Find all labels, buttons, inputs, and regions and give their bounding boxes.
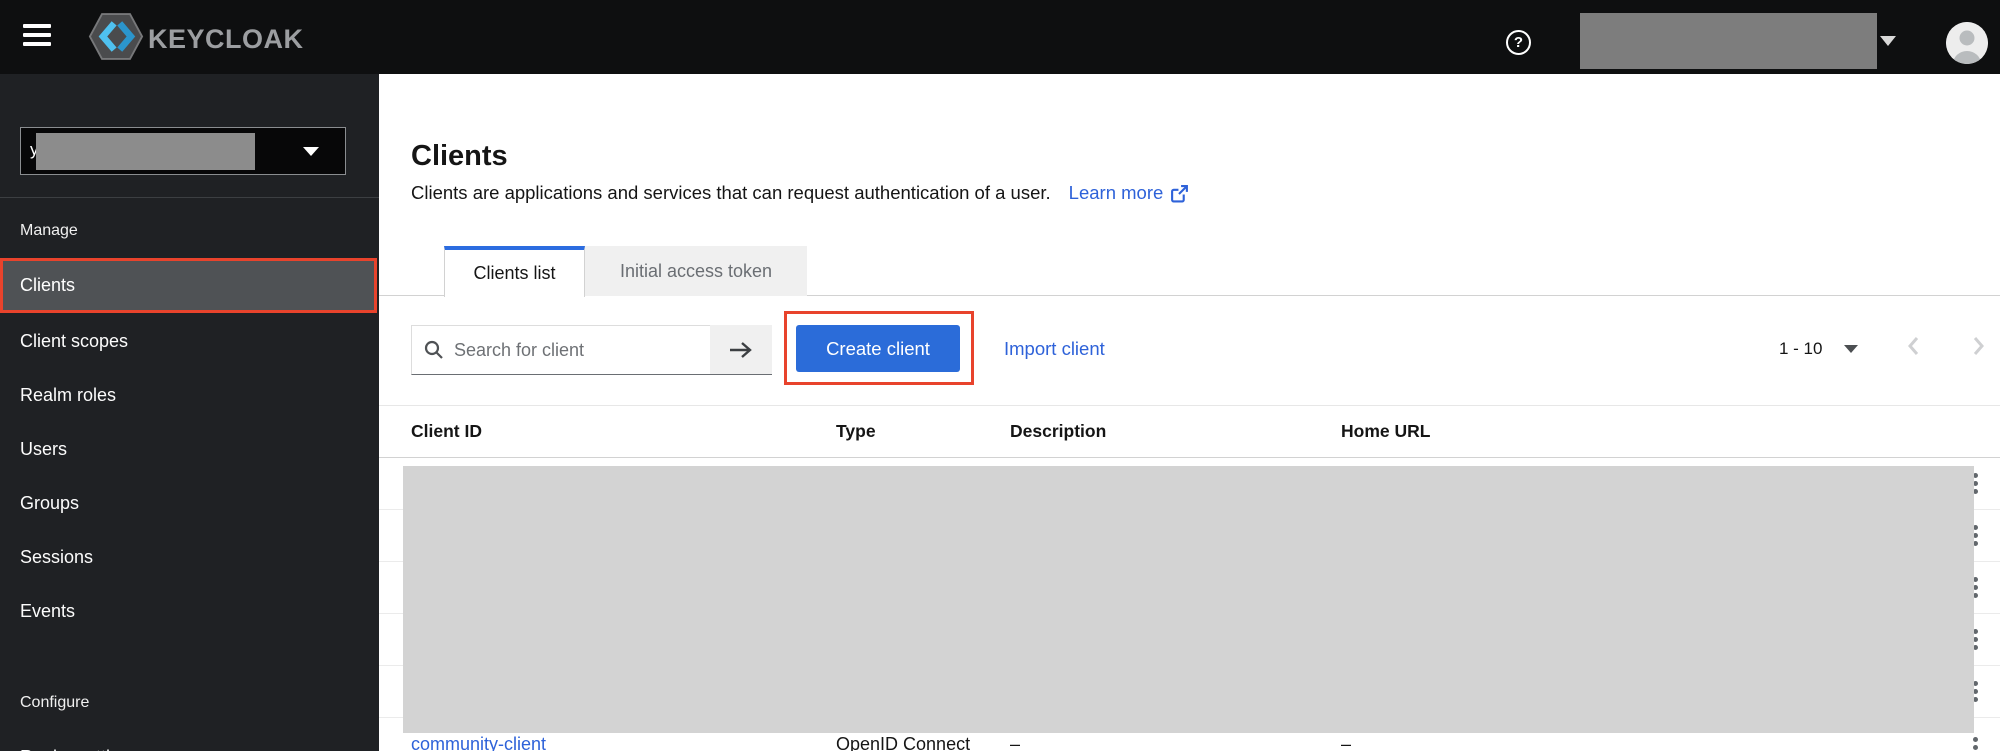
pagination-next-button[interactable]	[1972, 335, 1986, 362]
masthead: KEYCLOAK ?	[0, 0, 2000, 74]
search-input[interactable]	[454, 340, 694, 361]
sidebar-divider	[0, 197, 379, 198]
tab-bar: Clients list Initial access token	[379, 246, 2000, 296]
search-icon	[424, 340, 444, 360]
realm-name-redaction-box	[36, 133, 255, 170]
tab-spacer	[379, 246, 444, 295]
external-link-icon	[1170, 184, 1189, 203]
client-search-group	[411, 325, 772, 375]
help-icon[interactable]: ?	[1506, 30, 1531, 55]
create-client-button[interactable]: Create client	[796, 325, 960, 372]
nav-section-manage: Manage	[20, 222, 78, 240]
keycloak-brand[interactable]: KEYCLOAK	[88, 12, 304, 66]
arrow-right-icon	[728, 341, 754, 359]
avatar[interactable]	[1946, 22, 1988, 64]
sidebar-item-groups[interactable]: Groups	[0, 476, 379, 530]
page-description: Clients are applications and services th…	[411, 182, 1051, 204]
pagination-prev-button[interactable]	[1906, 335, 1920, 362]
pagination-range-toggle[interactable]: 1 - 10	[1779, 339, 1858, 359]
sidebar-item-realm-settings[interactable]: Realm settings	[0, 742, 379, 751]
pagination-caret-icon	[1844, 345, 1858, 353]
sidebar-item-events[interactable]: Events	[0, 584, 379, 638]
realm-selector[interactable]: y	[20, 127, 346, 175]
col-header-client-id: Client ID	[379, 421, 824, 442]
search-input-wrap	[411, 325, 710, 375]
pagination: 1 - 10	[1779, 325, 1986, 372]
sidebar-item-users[interactable]: Users	[0, 422, 379, 476]
page-title: Clients	[411, 140, 508, 173]
search-submit-button[interactable]	[710, 325, 772, 375]
col-header-home-url: Home URL	[1330, 421, 1950, 442]
sidebar-item-clients[interactable]: Clients	[0, 258, 377, 313]
hamburger-menu-icon[interactable]	[23, 24, 53, 50]
col-header-type: Type	[824, 421, 1000, 442]
chevron-right-icon	[1972, 335, 1986, 357]
realm-caret-icon	[303, 147, 319, 156]
row-kebab-menu-icon[interactable]	[1965, 730, 1986, 751]
sidebar-nav: y Manage Clients Client scopes Realm rol…	[0, 74, 379, 751]
sidebar-item-realm-roles[interactable]: Realm roles	[0, 368, 379, 422]
sidebar-item-client-scopes[interactable]: Client scopes	[0, 314, 379, 368]
user-menu-caret-icon[interactable]	[1880, 36, 1896, 46]
nav-section-configure: Configure	[20, 694, 89, 712]
sidebar-item-sessions[interactable]: Sessions	[0, 530, 379, 584]
brand-text: KEYCLOAK	[148, 24, 304, 55]
username-redaction-box	[1580, 13, 1877, 69]
keycloak-admin-console: KEYCLOAK ? y Manage Clients Client scope…	[0, 0, 2000, 751]
chevron-left-icon	[1906, 335, 1920, 357]
keycloak-logo-icon	[88, 12, 144, 66]
table-redaction-box	[403, 466, 1974, 733]
clients-page: Clients Clients are applications and ser…	[379, 74, 2000, 751]
col-header-description: Description	[1000, 421, 1330, 442]
learn-more-link[interactable]: Learn more	[1069, 182, 1190, 204]
tab-initial-access-token[interactable]: Initial access token	[585, 246, 807, 296]
import-client-link[interactable]: Import client	[1004, 325, 1105, 372]
tab-clients-list[interactable]: Clients list	[444, 246, 585, 297]
table-header-row: Client ID Type Description Home URL	[379, 405, 2000, 458]
